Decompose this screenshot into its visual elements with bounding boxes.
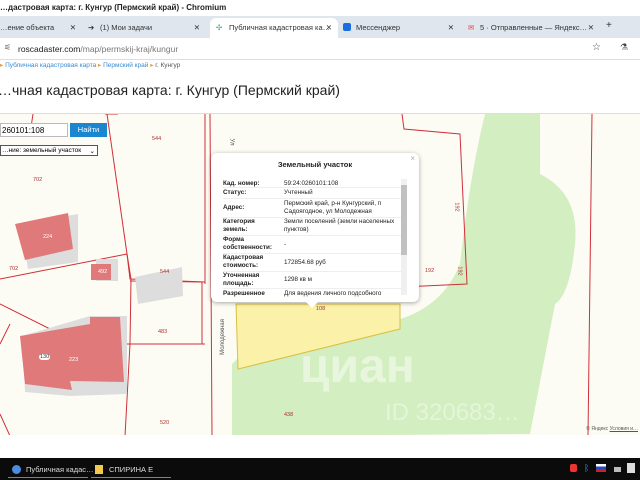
close-icon[interactable]: ✕: [326, 23, 332, 32]
chevron-down-icon: ⌄: [89, 148, 95, 155]
chromium-icon: [12, 465, 21, 474]
tab-cadastral-map[interactable]: ✣ Публичная кадастровая ка… ✕: [210, 18, 338, 38]
close-icon[interactable]: ✕: [194, 23, 200, 32]
messenger-icon: [343, 23, 351, 31]
folder-icon: [95, 465, 103, 474]
building: [20, 317, 124, 390]
window-title: …дастровая карта: г. Кунгур (Пермский кр…: [0, 0, 640, 16]
shield-icon[interactable]: [570, 464, 577, 472]
parcel-label: 544: [152, 136, 162, 142]
parcel-info-popup: Земельный участок × Кад. номер: 59:24:026…: [211, 153, 419, 308]
object-type-select[interactable]: …ние: земельный участок ⌄: [0, 145, 98, 156]
battery-icon[interactable]: [614, 467, 621, 472]
tab-mail[interactable]: ✉ 5 · Отправленные — Яндекс… ✕: [466, 18, 600, 38]
building-shadow: [135, 267, 183, 304]
address-bar[interactable]: ⚟ roscadaster.com/map/permskij-kraj/kung…: [0, 38, 640, 60]
building-label: 224: [43, 234, 53, 240]
building-label: 223: [69, 357, 79, 363]
breadcrumb: ▸ Публичная кадастровая карта ▸ Пермский…: [0, 62, 181, 69]
tab-tasks[interactable]: ➔ (1) Мои задачи ✕: [86, 18, 206, 38]
parcel-label: 192: [425, 268, 435, 274]
tab-strip: …ение объекта ✕ ➔ (1) Мои задачи ✕ ✣ Публичн…: [0, 16, 640, 38]
language-flag-icon[interactable]: [596, 464, 606, 472]
close-icon[interactable]: ✕: [588, 23, 594, 32]
bookmark-star-icon[interactable]: ☆: [592, 42, 601, 53]
taskbar: Публичная кадас… СПИРИНА Е ᛒ: [0, 458, 640, 480]
taskbar-item-browser[interactable]: Публичная кадас…: [8, 460, 94, 478]
breadcrumb-current: г. Кунгур: [155, 62, 181, 69]
watermark-id: ID 320683…: [385, 399, 520, 426]
arrow-circle-icon: ➔: [88, 23, 95, 32]
new-tab-button[interactable]: +: [606, 18, 612, 38]
parcel-label: 192: [453, 202, 460, 212]
breadcrumb-link[interactable]: Пермский край: [103, 62, 148, 69]
street-label: Ул: [228, 138, 235, 146]
watermark: циан: [300, 340, 415, 393]
close-icon[interactable]: ✕: [70, 23, 76, 32]
close-icon[interactable]: ×: [410, 154, 415, 163]
mail-icon: ✉: [468, 23, 475, 32]
breadcrumb-link[interactable]: Публичная кадастровая карта: [5, 62, 96, 69]
taskbar-item-folder[interactable]: СПИРИНА Е: [91, 460, 171, 478]
lab-flask-icon[interactable]: ⚗: [620, 42, 628, 53]
site-icon: ✣: [216, 23, 223, 32]
page-title: …чная кадастровая карта: г. Кунгур (Перм…: [0, 82, 340, 98]
parcel-label: 483: [158, 329, 168, 335]
building-label: 492: [98, 269, 108, 275]
building-label: 130: [39, 354, 51, 360]
tab-messenger[interactable]: Мессенджер ✕: [340, 18, 460, 38]
bluetooth-icon[interactable]: ᛒ: [584, 463, 589, 473]
street-label: Молодежная: [219, 319, 226, 355]
close-icon[interactable]: ✕: [448, 23, 454, 32]
tab-object[interactable]: …ение объекта ✕: [0, 18, 82, 38]
parcel-label: 702: [9, 266, 19, 272]
terms-link[interactable]: Условия и…: [610, 426, 638, 432]
site-settings-icon[interactable]: ⚟: [4, 43, 11, 52]
parcel-label: 702: [33, 177, 43, 183]
parcel-label: 438: [284, 412, 294, 418]
parcel-label: 544: [160, 269, 170, 275]
popup-scrollbar[interactable]: [401, 179, 407, 295]
user-icon[interactable]: [627, 463, 635, 473]
parcel-label: 520: [160, 420, 170, 426]
url-field[interactable]: roscadaster.com/map/permskij-kraj/kungur: [18, 44, 178, 54]
map-attribution: © Яндекс Условия и…: [586, 426, 638, 432]
find-button[interactable]: Найти: [70, 123, 107, 137]
popup-title: Земельный участок: [277, 160, 353, 169]
cadastral-search-input[interactable]: 260101:108: [0, 123, 68, 137]
parcel-label: 192: [456, 266, 463, 276]
